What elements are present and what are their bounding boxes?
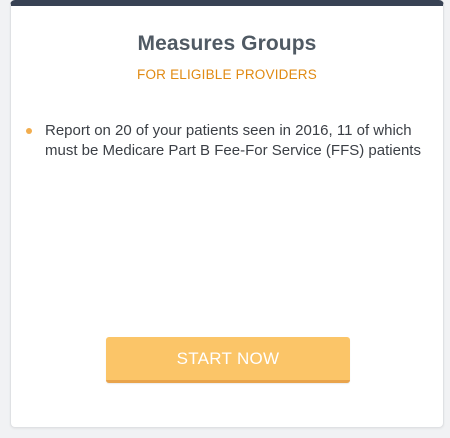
- bullet-dot-icon: [26, 128, 32, 134]
- start-now-button[interactable]: START NOW: [106, 337, 350, 383]
- requirements-list: Report on 20 of your patients seen in 20…: [25, 121, 430, 161]
- page: Measures Groups FOR ELIGIBLE PROVIDERS R…: [0, 0, 450, 438]
- card-title: Measures Groups: [137, 32, 317, 55]
- measures-groups-card: Measures Groups FOR ELIGIBLE PROVIDERS R…: [10, 0, 444, 428]
- list-item: Report on 20 of your patients seen in 20…: [25, 121, 430, 161]
- card-subtitle: FOR ELIGIBLE PROVIDERS: [137, 67, 317, 82]
- list-item-text: Report on 20 of your patients seen in 20…: [45, 122, 421, 159]
